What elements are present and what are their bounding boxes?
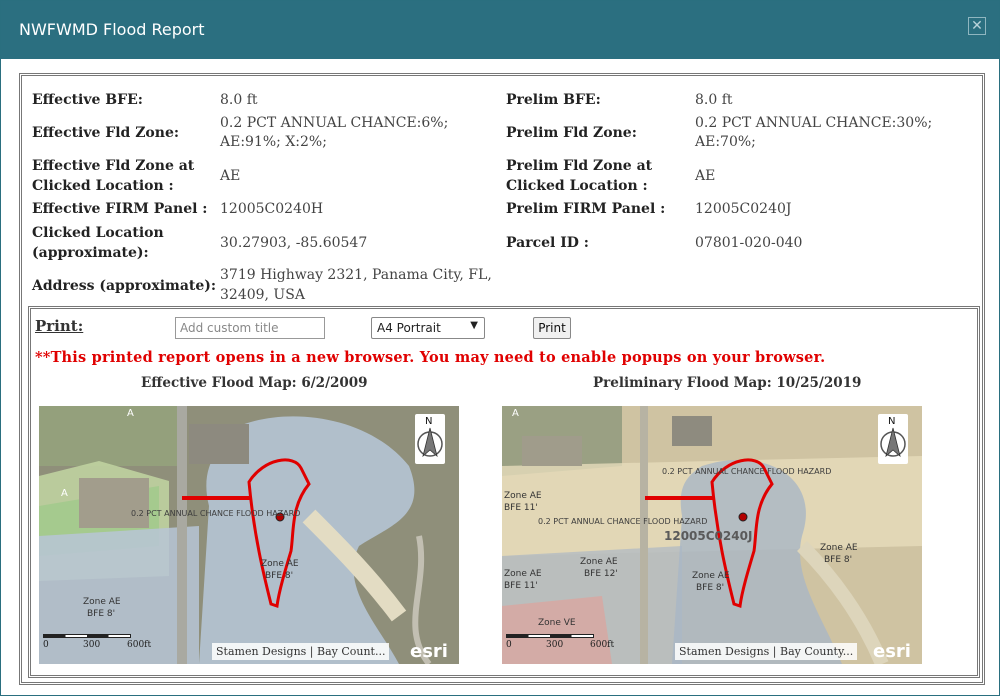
prelim-flood-map[interactable]: A 0.2 PCT ANNUAL CHANCE FLOOD HAZARD 0.2… — [502, 406, 922, 664]
prelim-bfe-label: Prelim BFE: — [506, 92, 601, 108]
effective-flood-map[interactable]: A A 0.2 PCT ANNUAL CHANCE FLOOD HAZARD Z… — [39, 406, 459, 664]
prelim-zone-label: Prelim Fld Zone: — [506, 125, 637, 141]
prelim-zone-clicked-label-2: Clicked Location : — [506, 178, 648, 194]
prelim-scale-2: 600ft — [590, 640, 615, 650]
prelim-map-label-hazard-2: 0.2 PCT ANNUAL CHANCE FLOOD HAZARD — [538, 517, 707, 526]
effective-map-title: Effective Flood Map: 6/2/2009 — [141, 375, 368, 391]
effective-scale-2: 600ft — [127, 640, 152, 650]
effective-map-label-a2: A — [61, 488, 68, 499]
prelim-bfe-value: 8.0 ft — [695, 92, 733, 108]
clicked-location-label-2: (approximate): — [32, 245, 149, 261]
prelim-map-label-hazard-1: 0.2 PCT ANNUAL CHANCE FLOOD HAZARD — [662, 467, 831, 476]
effective-scale-1: 300 — [83, 640, 101, 650]
effective-map-graphic: A A 0.2 PCT ANNUAL CHANCE FLOOD HAZARD Z… — [39, 406, 459, 664]
popup-warning: **This printed report opens in a new bro… — [35, 349, 826, 366]
prelim-north-label: N — [888, 416, 895, 427]
effective-panel-label: Effective FIRM Panel : — [32, 201, 208, 217]
effective-north-label: N — [425, 416, 432, 427]
print-section: Print: A4 Portrait ▼ Print **This printe… — [28, 306, 980, 678]
print-label: Print: — [35, 317, 84, 335]
effective-zone-label: Effective Fld Zone: — [32, 125, 180, 141]
prelim-map-label-ae3: Zone AE — [504, 569, 542, 579]
prelim-zone-value-1: 0.2 PCT ANNUAL CHANCE:30%; — [695, 115, 933, 131]
prelim-map-label-ae5: Zone AE — [820, 543, 858, 553]
north-arrow-icon: N — [415, 414, 445, 464]
layout-select-value: A4 Portrait — [377, 321, 441, 335]
prelim-map-title: Preliminary Flood Map: 10/25/2019 — [593, 375, 862, 391]
prelim-map-label-panel: 12005C0240J — [664, 529, 752, 543]
flood-report-dialog: NWFWMD Flood Report ✕ Effective BFE: 8.0… — [0, 0, 1000, 696]
effective-attribution[interactable]: Stamen Designs | Bay Count... — [212, 643, 390, 660]
prelim-scale-1: 300 — [546, 640, 564, 650]
prelim-map-label-ae5b: BFE 8' — [824, 555, 852, 565]
prelim-map-label-ae1b: BFE 11' — [504, 503, 538, 513]
effective-bfe-value: 8.0 ft — [220, 92, 258, 108]
prelim-map-label-ae2: Zone AE — [580, 557, 618, 567]
effective-zone-clicked-label: Effective Fld Zone at — [32, 158, 195, 174]
address-value-2: 32409, USA — [220, 287, 305, 303]
effective-map-label-ae1: Zone AE — [261, 559, 299, 569]
effective-map-label-ae1b: BFE 8' — [265, 571, 293, 581]
prelim-scale-bar: 0 300 600ft — [506, 630, 614, 652]
prelim-map-label-a1: A — [512, 408, 519, 419]
prelim-attribution[interactable]: Stamen Designs | Bay County... — [675, 643, 858, 660]
effective-map-label-ae2b: BFE 8' — [87, 609, 115, 619]
prelim-map-label-ve: Zone VE — [538, 618, 576, 628]
esri-logo: esri — [410, 641, 448, 662]
clicked-location-value: 30.27903, -85.60547 — [220, 235, 368, 251]
effective-map-label-a1: A — [127, 408, 134, 419]
dialog-titlebar: NWFWMD Flood Report ✕ — [1, 1, 999, 59]
report-panel: Effective BFE: 8.0 ft Prelim BFE: 8.0 ft… — [19, 73, 985, 685]
parcel-id-label: Parcel ID : — [506, 235, 589, 251]
effective-zone-clicked-value: AE — [220, 168, 241, 184]
prelim-map-label-ae4: Zone AE — [692, 571, 730, 581]
effective-scale-0: 0 — [43, 640, 49, 650]
print-button[interactable]: Print — [533, 317, 571, 339]
layout-select[interactable]: A4 Portrait ▼ — [371, 317, 485, 339]
prelim-map-label-ae4b: BFE 8' — [696, 583, 724, 593]
prelim-zone-clicked-label: Prelim Fld Zone at — [506, 158, 653, 174]
prelim-panel-value: 12005C0240J — [695, 201, 792, 217]
prelim-zone-value-2: AE:70%; — [695, 134, 756, 150]
effective-scale-bar: 0 300 600ft — [43, 630, 151, 652]
clicked-location-label: Clicked Location — [32, 225, 164, 241]
parcel-id-value: 07801-020-040 — [695, 235, 803, 251]
north-arrow-icon: N — [878, 414, 908, 464]
prelim-map-label-ae1: Zone AE — [504, 491, 542, 501]
effective-panel-value: 12005C0240H — [220, 201, 324, 217]
prelim-map-label-ae3b: BFE 11' — [504, 581, 538, 591]
prelim-map-label-ae2b: BFE 12' — [584, 569, 618, 579]
address-value-1: 3719 Highway 2321, Panama City, FL, — [220, 267, 492, 283]
effective-bfe-label: Effective BFE: — [32, 92, 143, 108]
chevron-down-icon: ▼ — [470, 320, 478, 331]
custom-title-input[interactable] — [175, 317, 325, 339]
prelim-panel-label: Prelim FIRM Panel : — [506, 201, 666, 217]
effective-map-label-hazard: 0.2 PCT ANNUAL CHANCE FLOOD HAZARD — [131, 509, 300, 518]
effective-zone-value-1: 0.2 PCT ANNUAL CHANCE:6%; — [220, 115, 449, 131]
prelim-map-graphic: A 0.2 PCT ANNUAL CHANCE FLOOD HAZARD 0.2… — [502, 406, 922, 664]
esri-logo: esri — [873, 641, 911, 662]
prelim-zone-clicked-value: AE — [695, 168, 716, 184]
dialog-title: NWFWMD Flood Report — [19, 20, 205, 39]
effective-zone-value-2: AE:91%; X:2%; — [220, 134, 327, 150]
close-icon[interactable]: ✕ — [968, 17, 986, 35]
effective-map-label-ae2: Zone AE — [83, 597, 121, 607]
effective-zone-clicked-label-2: Clicked Location : — [32, 178, 174, 194]
address-label: Address (approximate): — [32, 278, 217, 294]
prelim-scale-0: 0 — [506, 640, 512, 650]
